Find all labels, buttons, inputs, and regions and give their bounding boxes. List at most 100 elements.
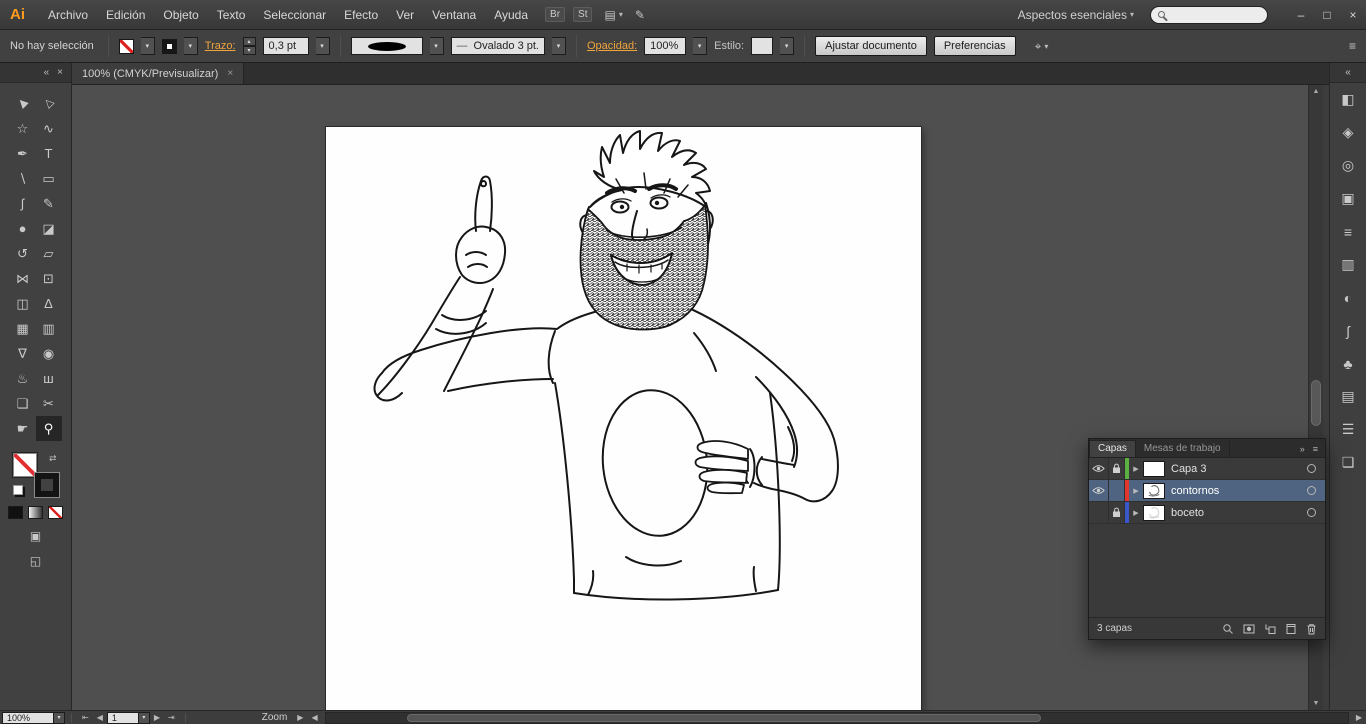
artboard-number-dropdown[interactable]: ▾ <box>138 711 150 724</box>
tool-shape-builder[interactable]: ◫ <box>10 291 36 316</box>
tool-rectangle[interactable]: ▭ <box>36 166 62 191</box>
layer-name[interactable]: boceto <box>1171 507 1307 519</box>
layer-row-boceto[interactable]: ▶ boceto <box>1089 502 1325 524</box>
gradient-button[interactable] <box>28 506 43 519</box>
dock-panel-gradient[interactable]: ▥ <box>1330 248 1366 281</box>
artboard[interactable] <box>326 127 921 710</box>
tool-pen[interactable]: ✒ <box>10 141 36 166</box>
layer-target-circle[interactable] <box>1307 486 1316 495</box>
layer-thumbnail[interactable] <box>1143 460 1165 477</box>
tool-eraser[interactable]: ◪ <box>36 216 62 241</box>
arrange-documents-icon[interactable]: ▤ ▾ <box>604 8 622 22</box>
layer-expand-icon[interactable]: ▶ <box>1129 509 1143 517</box>
stroke-weight-stepper[interactable]: ▴ ▾ <box>242 37 256 55</box>
color-button[interactable] <box>8 506 23 519</box>
opacity-field[interactable]: 100% <box>644 37 687 55</box>
screen-mode-button[interactable]: ◱ <box>26 553 46 569</box>
control-panel-menu-icon[interactable]: ≡ <box>1349 39 1356 53</box>
tool-gradient[interactable]: ▥ <box>36 316 62 341</box>
collapse-panel-icon[interactable]: « <box>44 67 50 78</box>
tab-close-icon[interactable]: × <box>227 68 233 79</box>
close-panel-icon[interactable]: × <box>57 67 63 78</box>
dock-panel-symbols[interactable]: ♣ <box>1330 347 1366 380</box>
tool-width[interactable]: ⋈ <box>10 266 36 291</box>
stroke-swatch-small[interactable] <box>161 38 177 54</box>
opacity-dropdown[interactable]: ▾ <box>693 37 708 55</box>
menu-efecto[interactable]: Efecto <box>335 0 387 29</box>
dock-panel-graphic-styles[interactable]: ▣ <box>1330 182 1366 215</box>
scroll-up-icon[interactable]: ▲ <box>1313 85 1320 98</box>
tool-rotate[interactable]: ↺ <box>10 241 36 266</box>
share-icon[interactable]: ✎ <box>635 8 645 22</box>
menu-ver[interactable]: Ver <box>387 0 423 29</box>
layer-name[interactable]: contornos <box>1171 485 1307 497</box>
tool-line-segment[interactable]: ∖ <box>10 166 36 191</box>
menu-archivo[interactable]: Archivo <box>39 0 97 29</box>
tool-pencil[interactable]: ✎ <box>36 191 62 216</box>
layer-name[interactable]: Capa 3 <box>1171 463 1307 475</box>
tool-eyedropper[interactable]: ∇ <box>10 341 36 366</box>
expand-panels-icon[interactable]: « <box>1330 63 1366 83</box>
tool-scale[interactable]: ▱ <box>36 241 62 266</box>
zoom-level-dropdown[interactable]: ▾ <box>54 711 65 724</box>
dock-panel-artboards[interactable]: ❏ <box>1330 446 1366 479</box>
status-menu-arrow-icon[interactable]: ▶ <box>293 713 307 722</box>
panel-menu-icon[interactable]: ≡ <box>1313 444 1318 454</box>
stroke-dropdown-button[interactable]: ▾ <box>183 37 198 55</box>
tool-slice[interactable]: ✂ <box>36 391 62 416</box>
dock-panel-color-guide[interactable]: ◈ <box>1330 116 1366 149</box>
menu-ayuda[interactable]: Ayuda <box>485 0 537 29</box>
brush-preview-dropdown[interactable]: ▾ <box>429 37 444 55</box>
layer-visibility-toggle[interactable] <box>1089 480 1109 501</box>
tab-mesas-de-trabajo[interactable]: Mesas de trabajo <box>1136 441 1230 457</box>
scroll-left-icon[interactable]: ◀ <box>307 713 321 722</box>
scroll-right-icon[interactable]: ▶ <box>1352 713 1366 722</box>
vertical-scroll-thumb[interactable] <box>1311 379 1321 426</box>
layer-visibility-toggle[interactable] <box>1089 458 1109 479</box>
tool-selection[interactable]: ▶ <box>10 91 36 116</box>
default-fill-stroke-icon[interactable] <box>12 485 23 495</box>
horizontal-scrollbar[interactable] <box>324 711 1349 724</box>
dock-panel-stroke[interactable]: ≡ <box>1330 215 1366 248</box>
next-artboard-button[interactable]: ▶ <box>150 713 164 722</box>
status-display[interactable]: Zoom <box>262 712 288 723</box>
close-button[interactable]: × <box>1340 8 1366 22</box>
tool-direct-selection[interactable]: ▷ <box>36 91 62 116</box>
prev-artboard-button[interactable]: ◀ <box>93 713 107 722</box>
menu-seleccionar[interactable]: Seleccionar <box>254 0 335 29</box>
dock-panel-swatches[interactable]: ▤ <box>1330 380 1366 413</box>
tool-free-transform[interactable]: ⊡ <box>36 266 62 291</box>
dock-panel-layers[interactable]: ☰ <box>1330 413 1366 446</box>
tool-blend[interactable]: ◉ <box>36 341 62 366</box>
stock-button[interactable]: St <box>573 7 593 22</box>
menu-obje[interactable]: Objeto <box>154 0 207 29</box>
restore-button[interactable]: □ <box>1314 8 1340 22</box>
layer-lock-toggle[interactable] <box>1109 458 1125 479</box>
menu-ventana[interactable]: Ventana <box>423 0 485 29</box>
layer-lock-toggle[interactable] <box>1109 502 1125 523</box>
layer-row-capa-3[interactable]: ▶ Capa 3 <box>1089 458 1325 480</box>
stepper-down-icon[interactable]: ▾ <box>242 46 256 55</box>
bridge-button[interactable]: Br <box>545 7 566 22</box>
none-button[interactable] <box>48 506 63 519</box>
stroke-weight-field[interactable]: 0,3 pt <box>262 37 309 55</box>
tool-paintbrush[interactable]: ʃ <box>10 191 36 216</box>
dock-panel-color[interactable]: ◧ <box>1330 83 1366 116</box>
document-tab[interactable]: 100% (CMYK/Previsualizar) × <box>72 63 245 84</box>
preferences-button[interactable]: Preferencias <box>933 36 1016 56</box>
dock-panel-brushes[interactable]: ʃ <box>1330 314 1366 347</box>
tool-artboard[interactable]: ❏ <box>10 391 36 416</box>
new-layer-icon[interactable] <box>1285 623 1297 635</box>
panel-collapse-icon[interactable]: » <box>1300 444 1305 454</box>
workspace-switcher[interactable]: Aspectos esenciales ▾ <box>1018 8 1134 22</box>
dock-panel-transparency[interactable]: ◐ <box>1330 281 1366 314</box>
layer-thumbnail[interactable] <box>1143 482 1165 499</box>
tool-symbol-sprayer[interactable]: ♨ <box>10 366 36 391</box>
fit-document-button[interactable]: Ajustar documento <box>815 36 927 56</box>
layer-visibility-toggle[interactable] <box>1089 502 1109 523</box>
artboard-number-field[interactable]: 1 <box>106 711 139 724</box>
tool-blob-brush[interactable]: ● <box>10 216 36 241</box>
drawing-modes-button[interactable]: ▣ <box>26 528 46 544</box>
fill-none-swatch[interactable] <box>118 38 134 54</box>
brush-preview-field[interactable] <box>350 37 423 55</box>
